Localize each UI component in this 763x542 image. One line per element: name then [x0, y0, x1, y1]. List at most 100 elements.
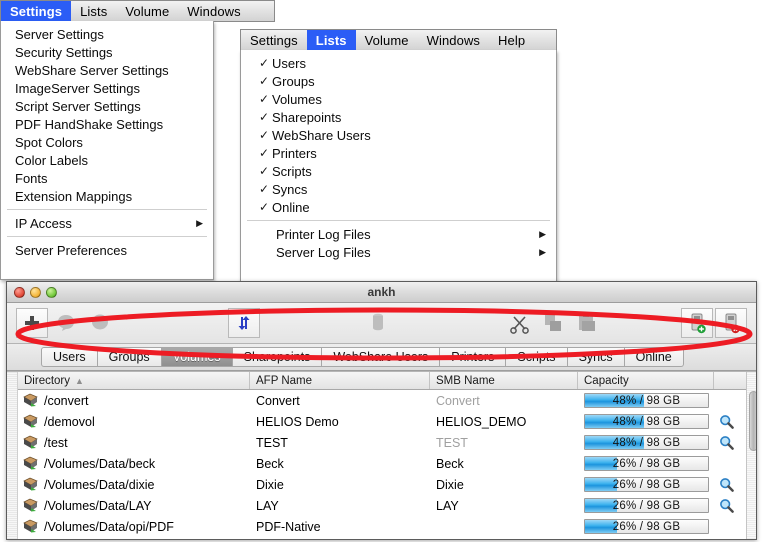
- trash-button[interactable]: [362, 308, 394, 338]
- tab-webshare-users[interactable]: WebShare Users: [322, 347, 441, 367]
- tab-online[interactable]: Online: [624, 347, 684, 367]
- lists-menu-item-webshare-users[interactable]: ✓ WebShare Users: [241, 126, 556, 144]
- lists-menu-item-groups[interactable]: ✓ Groups: [241, 72, 556, 90]
- menu-separator: [7, 236, 207, 237]
- lists-menu-item-scripts[interactable]: ✓ Scripts: [241, 162, 556, 180]
- scrollbar-thumb[interactable]: [749, 391, 756, 451]
- table-row[interactable]: /Volumes/Data/LAY LAY LAY 26% / 98 GB: [18, 495, 746, 516]
- menu-bar-lists-window[interactable]: Settings Lists Volume Windows Help: [240, 29, 557, 51]
- plus-icon: [25, 316, 39, 330]
- lists-menu-item-sharepoints[interactable]: ✓ Sharepoints: [241, 108, 556, 126]
- cell-inspect[interactable]: [714, 411, 746, 432]
- menu-lists[interactable]: Lists: [71, 1, 116, 21]
- menu-windows[interactable]: Windows: [418, 30, 489, 50]
- magnifier-icon[interactable]: [719, 477, 734, 492]
- ankh-server-window[interactable]: ankh Users Groups Volumes Sharepoints We…: [6, 281, 757, 540]
- settings-menu-item-security-settings[interactable]: Security Settings: [1, 43, 213, 61]
- tab-syncs[interactable]: Syncs: [567, 347, 625, 367]
- table-row[interactable]: /convert Convert Convert 48% / 98 GB: [18, 390, 746, 411]
- add-button[interactable]: [16, 308, 48, 338]
- paste-button[interactable]: [571, 308, 603, 338]
- menu-item-label: PDF HandShake Settings: [15, 116, 164, 132]
- menu-lists[interactable]: Lists: [306, 30, 356, 50]
- toolbar-group-clipboard[interactable]: [502, 308, 604, 338]
- cell-inspect[interactable]: [714, 453, 746, 474]
- tab-printers[interactable]: Printers: [440, 347, 507, 367]
- tab-scripts[interactable]: Scripts: [506, 347, 568, 367]
- lists-dropdown-menu[interactable]: ✓ Users ✓ Groups ✓ Volumes ✓ Sharepoints ✓ WebSha…: [240, 50, 557, 287]
- lists-menu-item-printer-log-files[interactable]: Printer Log Files ▶: [241, 225, 556, 243]
- tab-users[interactable]: Users: [41, 347, 98, 367]
- duplicate-button[interactable]: [84, 308, 116, 338]
- toolbar-group-create[interactable]: [15, 308, 117, 338]
- settings-menu-item-server-settings[interactable]: Server Settings: [1, 25, 213, 43]
- settings-menu-item-spot-colors[interactable]: Spot Colors: [1, 133, 213, 151]
- menu-bar-settings-window[interactable]: Settings Lists Volume Windows: [0, 0, 275, 22]
- table-row[interactable]: /Volumes/Data/beck Beck Beck 26% / 98 GB: [18, 453, 746, 474]
- settings-dropdown-menu[interactable]: Server Settings Security Settings WebShare…: [0, 21, 214, 280]
- cell-inspect[interactable]: [714, 537, 746, 539]
- cell-inspect[interactable]: [714, 495, 746, 516]
- settings-menu-item-server-preferences[interactable]: Server Preferences: [1, 241, 213, 259]
- cell-inspect[interactable]: [714, 432, 746, 453]
- menu-volume[interactable]: Volume: [356, 30, 418, 50]
- settings-menu-item-extension-mappings[interactable]: Extension Mappings: [1, 187, 213, 205]
- cut-button[interactable]: [503, 308, 535, 338]
- window-toolbar[interactable]: [7, 303, 756, 344]
- lists-menu-item-server-log-files[interactable]: Server Log Files ▶: [241, 243, 556, 261]
- refresh-button[interactable]: [228, 308, 260, 338]
- table-body[interactable]: /convert Convert Convert 48% / 98 GB/demovo…: [18, 390, 746, 539]
- lists-menu-item-users[interactable]: ✓ Users: [241, 54, 556, 72]
- tab-sharepoints[interactable]: Sharepoints: [232, 347, 323, 367]
- settings-menu-item-fonts[interactable]: Fonts: [1, 169, 213, 187]
- table-row[interactable]: /Volumes/Data/opi/PDF PDF-Native 26% / 98 …: [18, 516, 746, 537]
- column-header-capacity[interactable]: Capacity: [578, 372, 714, 389]
- magnifier-icon[interactable]: [719, 414, 734, 429]
- cell-inspect[interactable]: [714, 516, 746, 537]
- server-connect-button[interactable]: [681, 308, 713, 338]
- settings-menu-item-color-labels[interactable]: Color Labels: [1, 151, 213, 169]
- cell-inspect[interactable]: [714, 390, 746, 411]
- table-row[interactable]: /Volumes/Data/dixie Dixie Dixie 26% / 98 GB: [18, 474, 746, 495]
- column-header-directory[interactable]: Directory ▲: [18, 372, 250, 389]
- list-type-tab-bar[interactable]: Users Groups Volumes Sharepoints WebShare Us…: [7, 344, 756, 371]
- magnifier-icon[interactable]: [719, 435, 734, 450]
- lists-menu-item-syncs[interactable]: ✓ Syncs: [241, 180, 556, 198]
- cell-capacity: 26% / 98 GB: [578, 453, 714, 474]
- tab-volumes[interactable]: Volumes: [161, 347, 233, 367]
- table-row[interactable]: /demovol HELIOS Demo HELIOS_DEMO 48% / 98 G…: [18, 411, 746, 432]
- menu-volume[interactable]: Volume: [116, 1, 178, 21]
- menu-settings[interactable]: Settings: [241, 30, 307, 50]
- column-header-smb-name[interactable]: SMB Name: [430, 372, 578, 389]
- table-row[interactable]: /Volumes/Data/opi/TIFFOPI-TIFF 26% / 98 G…: [18, 537, 746, 539]
- settings-menu-item-script-server-settings[interactable]: Script Server Settings: [1, 97, 213, 115]
- menu-help[interactable]: Help: [489, 30, 534, 50]
- table-row[interactable]: /test TEST TEST 48% / 98 GB: [18, 432, 746, 453]
- settings-menu-item-webshare-server-settings[interactable]: WebShare Server Settings: [1, 61, 213, 79]
- toolbar-group-delete[interactable]: [361, 308, 395, 338]
- magnifier-icon[interactable]: [719, 498, 734, 513]
- volumes-table[interactable]: Directory ▲ AFP Name SMB Name Capacity /conv…: [7, 371, 756, 539]
- lists-menu-item-online[interactable]: ✓ Online: [241, 198, 556, 216]
- lists-menu-item-volumes[interactable]: ✓ Volumes: [241, 90, 556, 108]
- settings-menu-item-pdf-handshake-settings[interactable]: PDF HandShake Settings: [1, 115, 213, 133]
- blob-icon: [92, 314, 108, 330]
- cell-afp-name: LAY: [256, 498, 279, 513]
- cell-inspect[interactable]: [714, 474, 746, 495]
- settings-menu-item-imageserver-settings[interactable]: ImageServer Settings: [1, 79, 213, 97]
- lists-menu-item-printers[interactable]: ✓ Printers: [241, 144, 556, 162]
- settings-menu-item-ip-access[interactable]: IP Access ▶: [1, 214, 213, 232]
- column-header-afp-name[interactable]: AFP Name: [250, 372, 430, 389]
- tab-groups[interactable]: Groups: [97, 347, 162, 367]
- cell-directory: /Volumes/Data/opi/TIFF: [18, 537, 250, 539]
- vertical-scrollbar[interactable]: [746, 372, 756, 539]
- menu-settings[interactable]: Settings: [1, 1, 72, 21]
- table-header-row[interactable]: Directory ▲ AFP Name SMB Name Capacity: [18, 372, 746, 390]
- server-disconnect-button[interactable]: [715, 308, 747, 338]
- toolbar-group-refresh[interactable]: [227, 308, 261, 338]
- menu-windows[interactable]: Windows: [178, 1, 249, 21]
- toolbar-group-server[interactable]: [680, 308, 748, 338]
- window-title-bar[interactable]: ankh: [7, 282, 756, 303]
- copy-button[interactable]: [537, 308, 569, 338]
- info-button[interactable]: [50, 308, 82, 338]
